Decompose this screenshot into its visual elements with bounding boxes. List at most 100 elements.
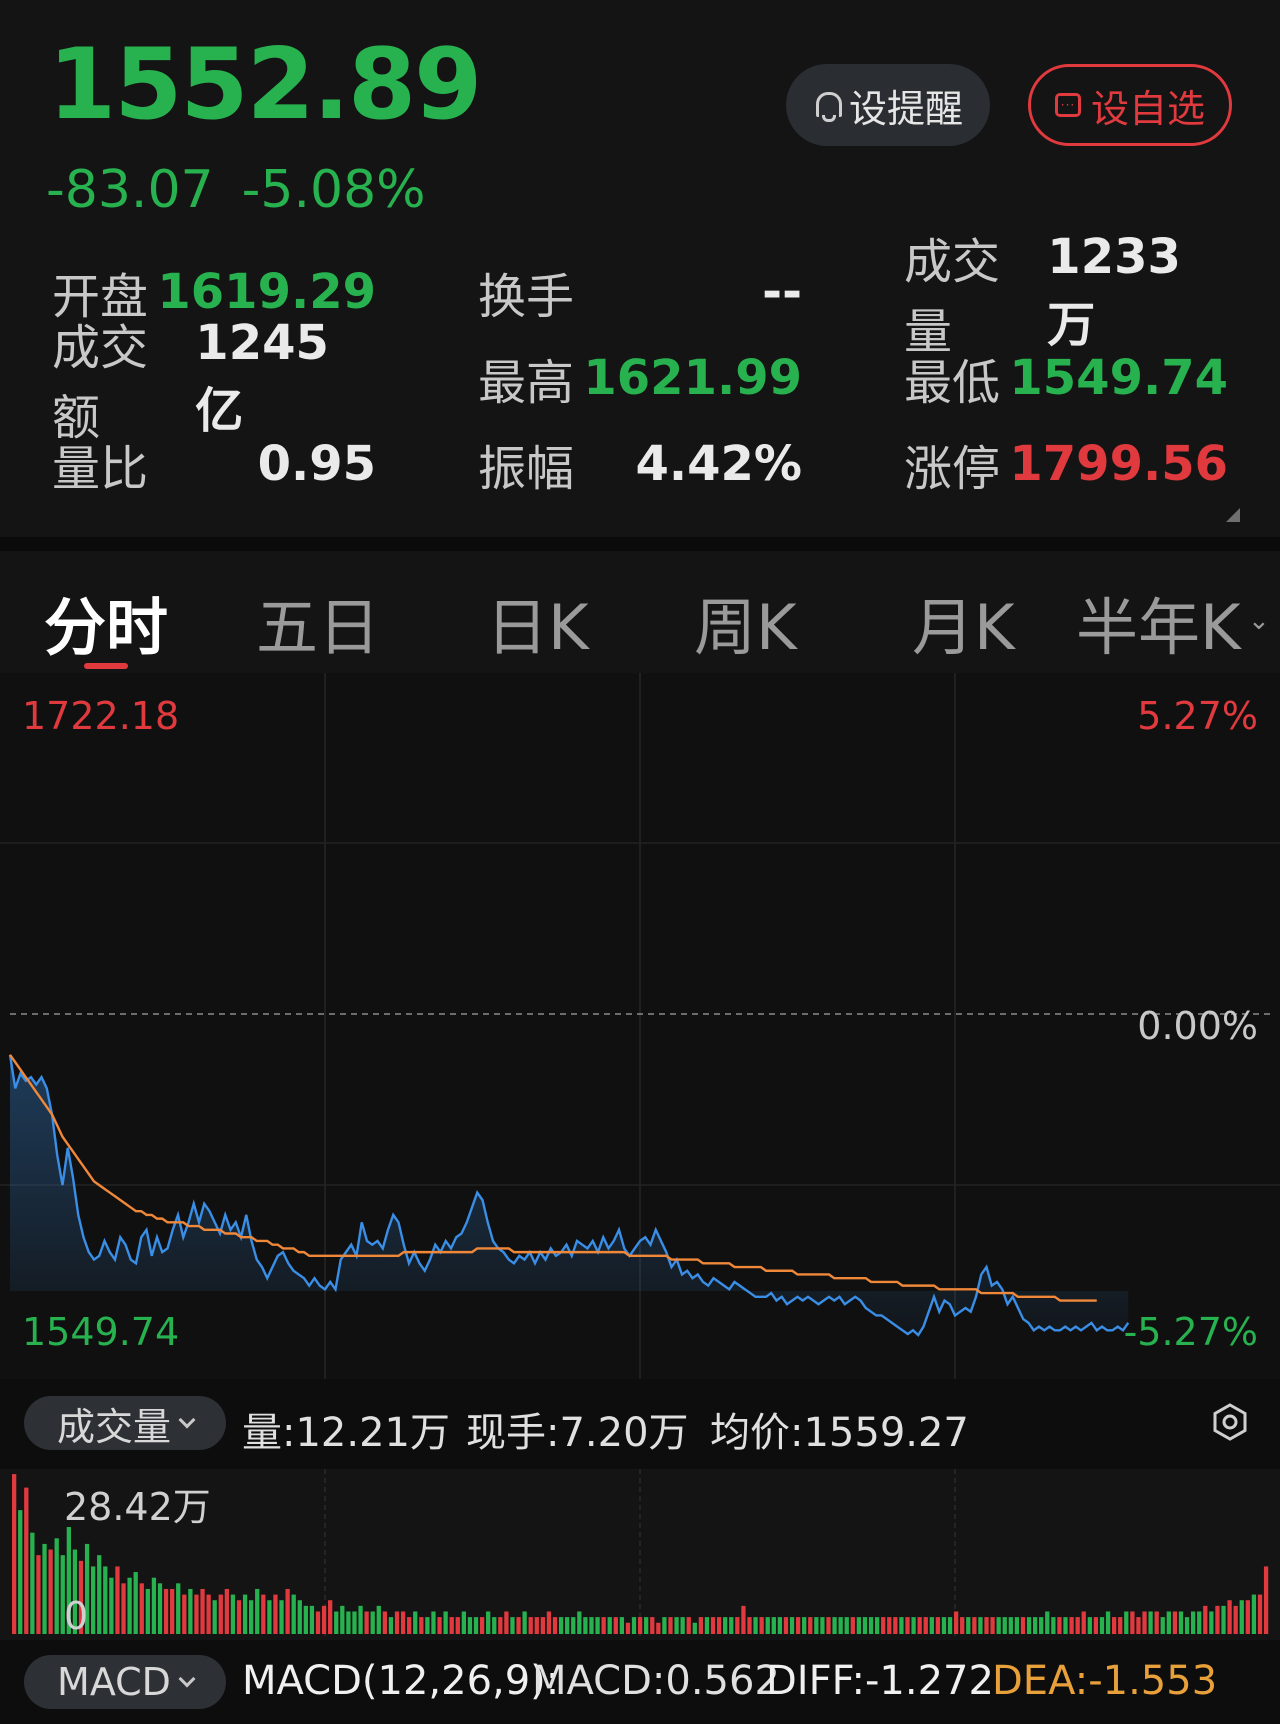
stat-label: 成交量 (904, 234, 1001, 360)
volume-bar (1245, 1600, 1250, 1634)
add-watchlist-button[interactable]: ··· 设自选 (1028, 64, 1232, 146)
watchlist-icon: ··· (1054, 93, 1081, 117)
volume-bar (315, 1611, 321, 1634)
stat-amount: 成交额 1245亿 (52, 315, 376, 446)
intraday-chart[interactable] (0, 673, 1280, 1379)
axis-top-price: 1722.18 (22, 694, 180, 738)
volume-bar (1221, 1605, 1226, 1634)
volume-bar (802, 1617, 807, 1634)
volume-bar (91, 1566, 96, 1634)
volume-bar (303, 1605, 308, 1634)
add-watchlist-label: 设自选 (1090, 86, 1205, 131)
stat-label: 涨停 (904, 441, 1001, 497)
volume-bar (668, 1617, 673, 1634)
bell-icon (813, 90, 842, 122)
chevron-down-icon (178, 1670, 196, 1688)
volume-bar (461, 1611, 466, 1634)
volume-bar (625, 1622, 631, 1634)
stat-label: 换手 (478, 269, 575, 325)
volume-bar (650, 1617, 655, 1634)
volume-bar (692, 1622, 697, 1634)
volume-bar (1032, 1617, 1038, 1634)
last-price: 1552.89 (48, 28, 482, 142)
tab-intraday[interactable]: 分时 (44, 577, 168, 667)
volume-bar (1209, 1611, 1214, 1634)
stat-value: 0.95 (257, 436, 376, 492)
volume-bar (121, 1583, 126, 1634)
volume-bar (36, 1555, 41, 1634)
volume-bar (1118, 1617, 1123, 1634)
stat-label: 振幅 (478, 441, 575, 497)
volume-bar (607, 1617, 612, 1634)
stat-label: 量比 (52, 441, 149, 497)
volume-bar (255, 1588, 260, 1634)
chevron-down-icon (178, 1411, 196, 1429)
volume-bar (352, 1611, 357, 1634)
volume-bar (473, 1617, 479, 1634)
settings-icon[interactable] (1210, 1402, 1250, 1442)
volume-bar (1257, 1594, 1263, 1634)
volume-bar (1148, 1611, 1153, 1634)
volume-bar (716, 1617, 722, 1634)
stat-value: 4.42% (635, 436, 802, 492)
volume-bar (400, 1611, 406, 1634)
macd-selector[interactable]: MACD (24, 1655, 226, 1709)
volume-bar (1063, 1617, 1068, 1634)
volume-bar (1172, 1611, 1178, 1634)
tab-five-day[interactable]: 五日 (256, 577, 380, 667)
volume-bar (437, 1617, 442, 1634)
volume-bar (1111, 1617, 1117, 1634)
macd-params: MACD(12,26,9): (242, 1658, 560, 1704)
volume-bar (12, 1474, 17, 1634)
volume-bar (309, 1605, 315, 1634)
expand-corner-icon[interactable] (1226, 508, 1240, 522)
volume-bar (486, 1611, 491, 1634)
volume-bar (905, 1617, 910, 1634)
volume-bar (783, 1617, 789, 1634)
volume-bar (1051, 1617, 1056, 1634)
volume-bar (911, 1617, 916, 1634)
volume-bar (419, 1617, 424, 1634)
volume-bar (644, 1617, 649, 1634)
volume-bar (30, 1532, 35, 1634)
volume-bar (1227, 1600, 1232, 1634)
volume-bar (1263, 1566, 1269, 1634)
volume-bar (206, 1594, 211, 1634)
volume-bar (279, 1600, 284, 1634)
volume-bar (109, 1577, 114, 1634)
volume-bar (388, 1617, 394, 1634)
volume-bar (789, 1617, 795, 1634)
stat-volume-ratio: 量比 0.95 (52, 434, 376, 497)
volume-bar (808, 1617, 813, 1634)
chevron-down-icon[interactable]: ⌄ (1248, 606, 1270, 636)
average-price-value: 均价:1559.27 (710, 1410, 969, 1456)
volume-bar (595, 1617, 600, 1634)
volume-selector[interactable]: 成交量 (24, 1396, 226, 1450)
set-alert-button[interactable]: 设提醒 (786, 64, 990, 146)
volume-bar (935, 1617, 941, 1634)
volume-bar (540, 1617, 545, 1634)
volume-bar (376, 1605, 381, 1634)
volume-bar (54, 1538, 59, 1634)
stat-amplitude: 振幅 4.42% (478, 434, 802, 497)
tab-weekly-k[interactable]: 周K (694, 577, 797, 667)
volume-bar (881, 1617, 886, 1634)
volume-bar (698, 1617, 704, 1634)
volume-bar (1130, 1611, 1135, 1634)
axis-bottom-percent: -5.27% (1123, 1310, 1258, 1354)
volume-bar (157, 1583, 163, 1634)
dea-value: DEA:-1.553 (992, 1658, 1218, 1704)
volume-bar (1203, 1605, 1208, 1634)
stat-label: 成交额 (52, 320, 149, 446)
volume-bar (656, 1622, 661, 1634)
tab-daily-k[interactable]: 日K (486, 577, 589, 667)
volume-zero-label: 0 (64, 1594, 89, 1638)
volume-bar (589, 1617, 594, 1634)
volume-bar (1160, 1617, 1165, 1634)
volume-bar (844, 1617, 849, 1634)
volume-bar (704, 1617, 710, 1634)
tab-monthly-k[interactable]: 月K (912, 577, 1015, 667)
tab-half-year-k[interactable]: 半年K (1076, 577, 1241, 667)
volume-bar (534, 1617, 539, 1634)
volume-bar (218, 1594, 223, 1634)
